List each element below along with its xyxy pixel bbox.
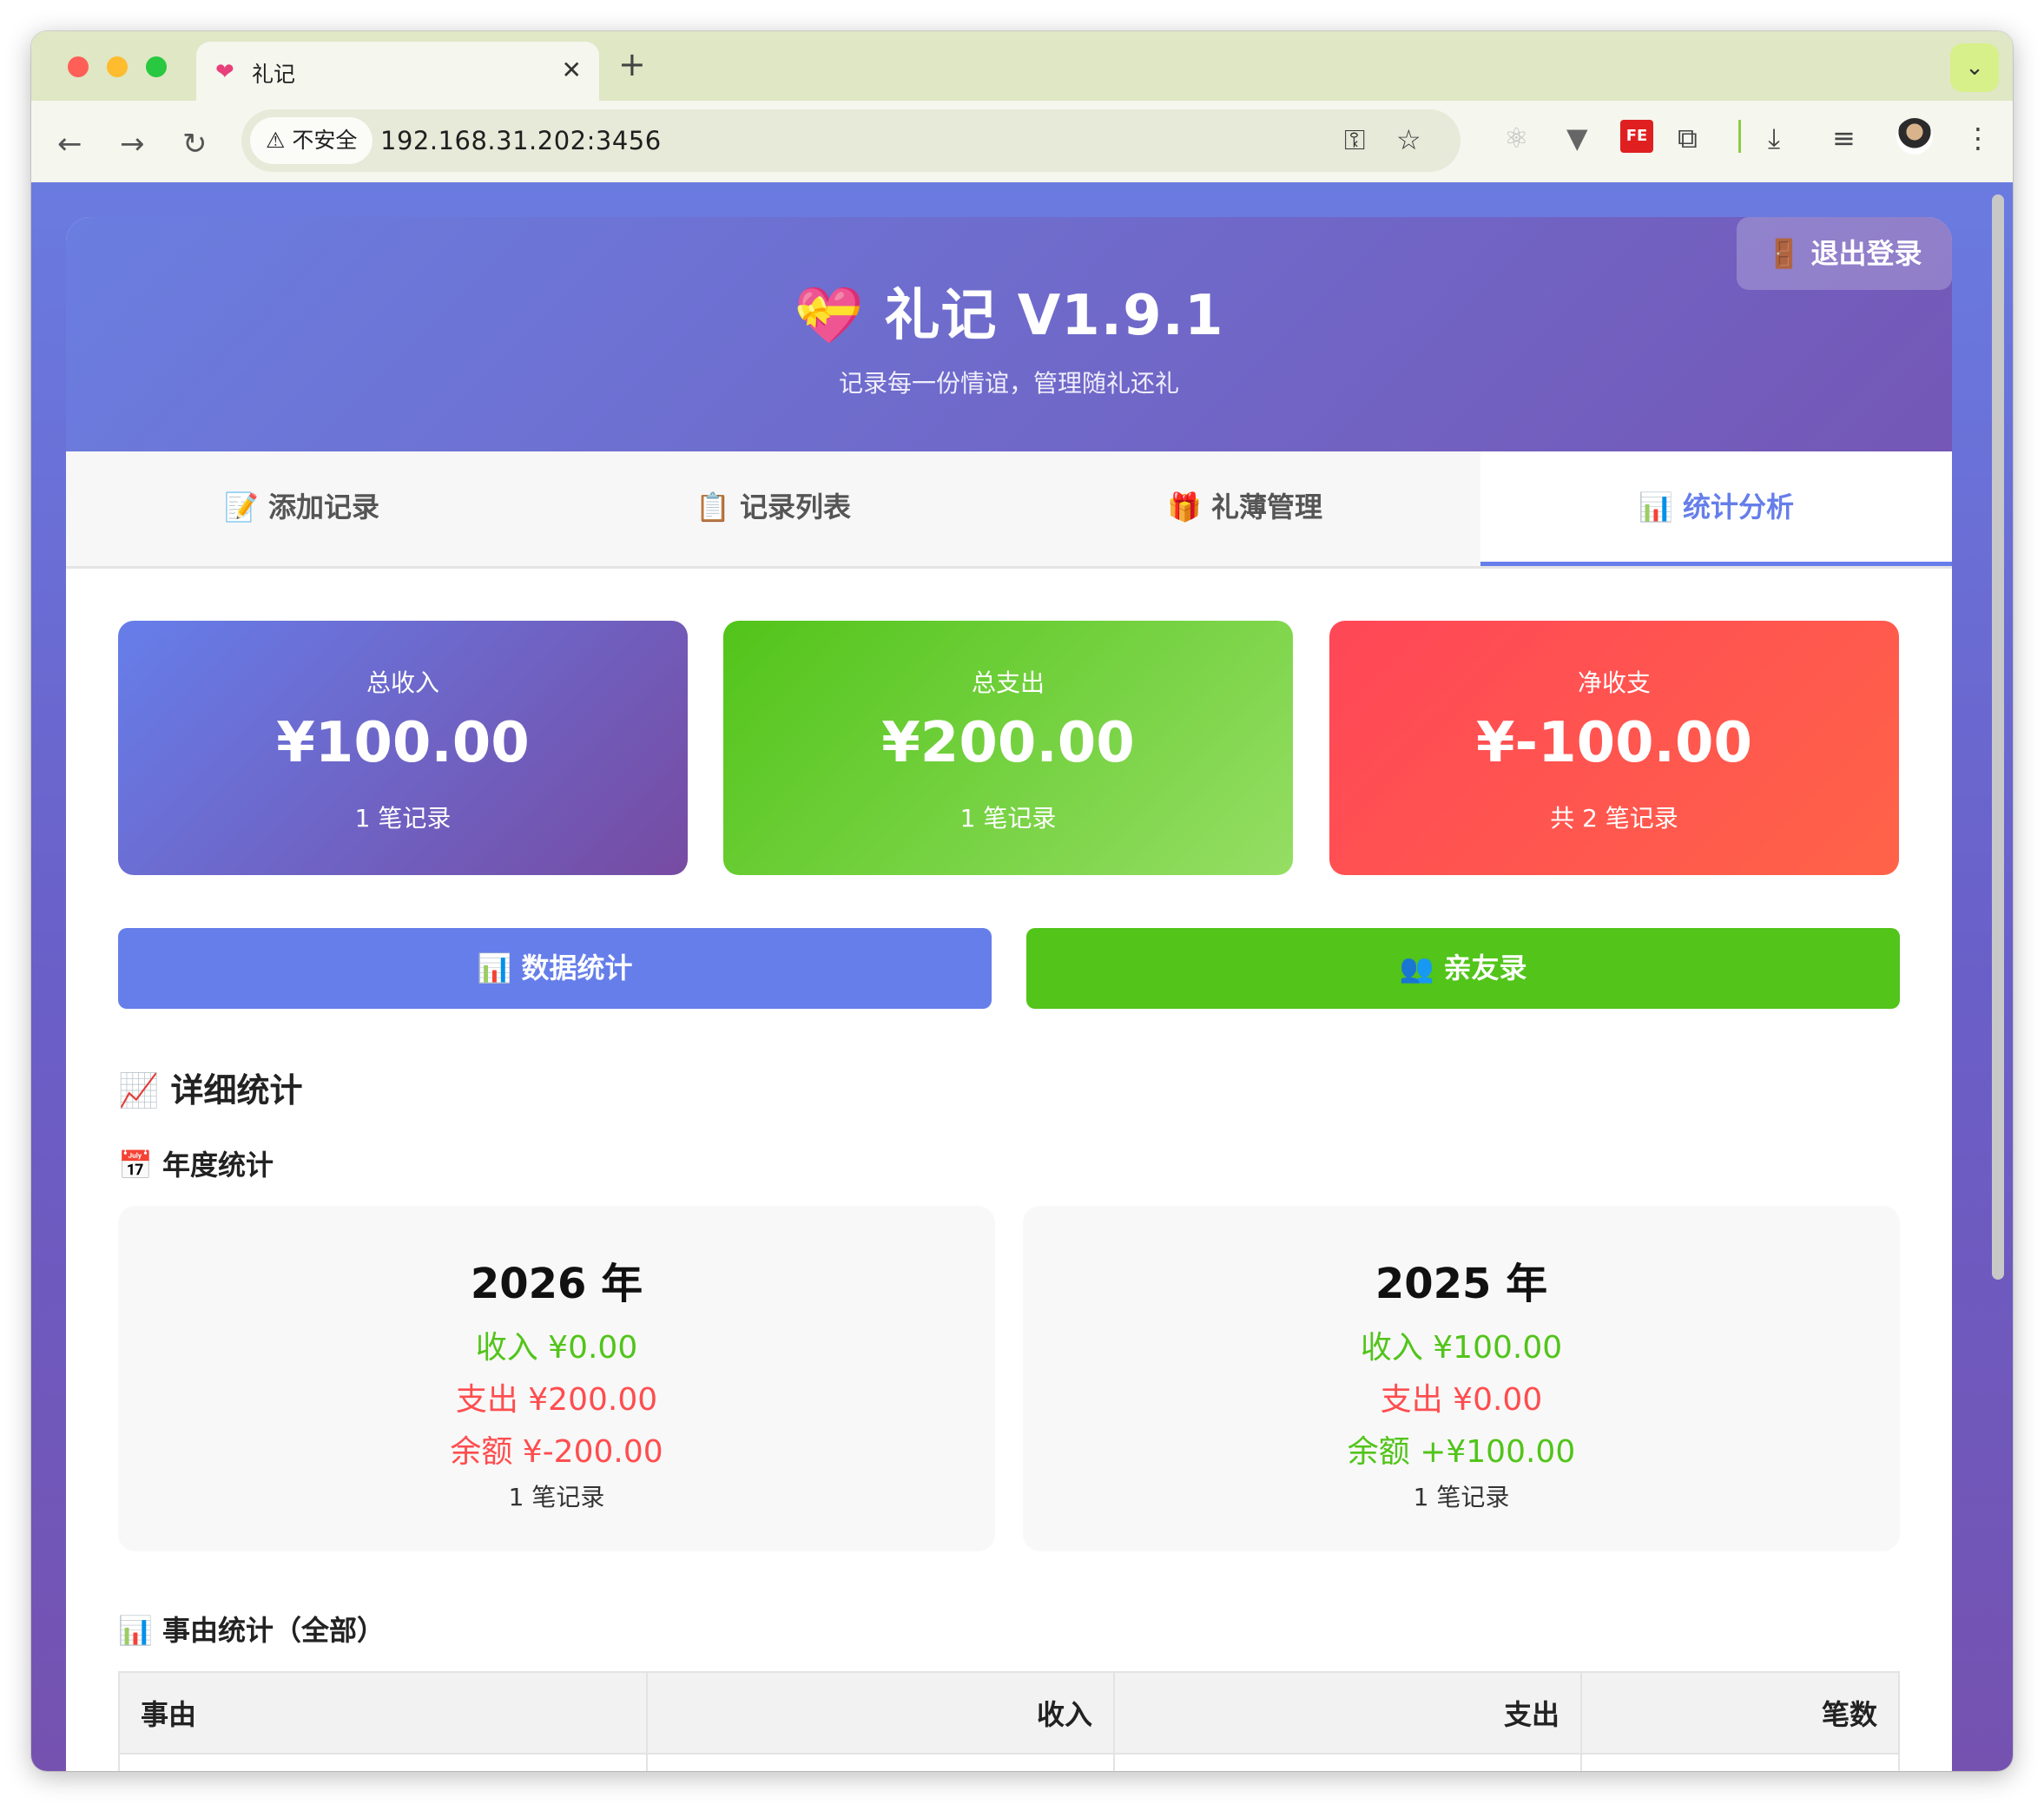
card-count: 1 笔记录	[354, 804, 452, 833]
year-card-2026: 2026 年 收入 ¥0.00 支出 ¥200.00 余额 ¥-200.00 1…	[118, 1206, 995, 1551]
card-count: 1 笔记录	[959, 804, 1057, 833]
tab-search-button[interactable]: ⌄	[1950, 43, 1999, 92]
tab-title: 礼记	[252, 62, 296, 87]
app-title: 💝 礼记 V1.9.1	[794, 284, 1224, 348]
column-header-income: 收入	[646, 1671, 1115, 1755]
key-icon[interactable]: ⚿	[1344, 123, 1365, 157]
back-button[interactable]: ←	[57, 127, 82, 161]
year-income: 收入 ¥100.00	[1360, 1330, 1563, 1366]
net-balance-card: 净收支 ¥-100.00 共 2 笔记录	[1329, 621, 1899, 875]
year-label: 2025 年	[1375, 1260, 1548, 1308]
contacts-button[interactable]: 👥 亲友录	[1026, 928, 1900, 1009]
extensions-icon[interactable]: ⧉	[1678, 122, 1698, 155]
close-window-button[interactable]	[68, 56, 89, 77]
tab-add-record[interactable]: 📝 添加记录	[66, 451, 537, 566]
card-label: 总支出	[971, 668, 1045, 697]
card-label: 净收支	[1577, 668, 1651, 697]
scrollbar[interactable]	[1992, 194, 2004, 1280]
year-count: 1 笔记录	[1413, 1483, 1510, 1511]
browser-window: ❤ 礼记 ✕ + ⌄ ← → ↻ ⚠ 不安全 192.168.31.202:34…	[31, 31, 2013, 1771]
detail-stats-heading: 📈 详细统计	[118, 1071, 303, 1109]
table-header-row: 事由 收入 支出 笔数	[118, 1671, 1900, 1755]
url-text[interactable]: 192.168.31.202:3456	[380, 126, 662, 155]
table-cell	[1113, 1753, 1582, 1771]
year-expense: 支出 ¥200.00	[455, 1382, 658, 1418]
table-cell	[118, 1753, 648, 1771]
app-header: 🚪 退出登录 💝 礼记 V1.9.1 记录每一份情谊，管理随礼还礼	[66, 217, 1952, 451]
column-header-count: 笔数	[1580, 1671, 1900, 1755]
table-cell	[1580, 1753, 1900, 1771]
column-header-reason: 事由	[118, 1671, 648, 1755]
page-viewport: 🚪 退出登录 💝 礼记 V1.9.1 记录每一份情谊，管理随礼还礼 📝 添加记录…	[31, 182, 2013, 1771]
tab-gift-book[interactable]: 🎁 礼薄管理	[1009, 451, 1480, 566]
close-tab-icon[interactable]: ✕	[562, 56, 582, 84]
table-cell	[646, 1753, 1115, 1771]
profile-avatar[interactable]	[1896, 118, 1933, 155]
year-expense: 支出 ¥0.00	[1380, 1382, 1543, 1418]
year-income: 收入 ¥0.00	[475, 1330, 638, 1366]
year-balance: 余额 +¥100.00	[1347, 1434, 1576, 1470]
total-income-card: 总收入 ¥100.00 1 笔记录	[118, 621, 688, 875]
column-header-expense: 支出	[1113, 1671, 1582, 1755]
react-devtools-icon[interactable]: ⚛	[1504, 122, 1529, 155]
app-subtitle: 记录每一份情谊，管理随礼还礼	[838, 369, 1179, 398]
table-row	[118, 1753, 1900, 1771]
yearly-stats-heading: 📅 年度统计	[118, 1149, 274, 1182]
vue-devtools-icon[interactable]: ▼	[1566, 122, 1588, 155]
star-icon[interactable]: ☆	[1396, 123, 1421, 156]
reason-stats-table: 事由 收入 支出 笔数	[118, 1671, 1900, 1771]
card-amount: ¥-100.00	[1475, 711, 1753, 775]
reason-stats-heading: 📊 事由统计（全部）	[118, 1614, 385, 1647]
tab-statistics[interactable]: 📊 统计分析	[1480, 451, 1952, 566]
total-expense-card: 总支出 ¥200.00 1 笔记录	[723, 621, 1293, 875]
main-tabs: 📝 添加记录 📋 记录列表 🎁 礼薄管理 📊 统计分析	[66, 451, 1952, 569]
card-label: 总收入	[366, 668, 439, 697]
year-label: 2026 年	[470, 1260, 643, 1308]
download-icon[interactable]: ⤓	[1768, 122, 1780, 155]
card-amount: ¥100.00	[276, 711, 530, 775]
year-count: 1 笔记录	[508, 1483, 605, 1511]
traffic-lights	[68, 56, 181, 81]
browser-tab[interactable]: ❤ 礼记 ✕	[196, 42, 599, 101]
maximize-window-button[interactable]	[146, 56, 168, 77]
toolbar-divider	[1738, 120, 1741, 153]
new-tab-button[interactable]: +	[618, 45, 646, 83]
year-balance: 余额 ¥-200.00	[450, 1434, 663, 1470]
card-count: 共 2 笔记录	[1550, 804, 1678, 833]
reload-button[interactable]: ↻	[182, 127, 208, 161]
chevron-down-icon: ⌄	[1965, 55, 1984, 81]
minimize-window-button[interactable]	[107, 56, 129, 77]
fe-helper-icon[interactable]: FE	[1620, 120, 1653, 153]
media-control-icon[interactable]: ≡	[1832, 122, 1856, 155]
data-stats-button[interactable]: 📊 数据统计	[118, 928, 992, 1009]
tab-record-list[interactable]: 📋 记录列表	[537, 451, 1009, 566]
heart-gift-icon: ❤	[215, 59, 234, 85]
app-container: 🚪 退出登录 💝 礼记 V1.9.1 记录每一份情谊，管理随礼还礼 📝 添加记录…	[66, 217, 1952, 1771]
tab-strip: ❤ 礼记 ✕ + ⌄	[31, 31, 2013, 101]
year-card-2025: 2025 年 收入 ¥100.00 支出 ¥0.00 余额 +¥100.00 1…	[1023, 1206, 1900, 1551]
forward-button[interactable]: →	[120, 127, 145, 161]
warning-icon: ⚠	[266, 128, 286, 153]
security-label: 不安全	[292, 128, 358, 153]
address-bar[interactable]: ⚠ 不安全 192.168.31.202:3456 ⚿ ☆	[241, 109, 1460, 172]
menu-icon[interactable]: ⋮	[1964, 122, 1992, 155]
card-amount: ¥200.00	[881, 711, 1135, 775]
security-chip[interactable]: ⚠ 不安全	[250, 117, 373, 164]
